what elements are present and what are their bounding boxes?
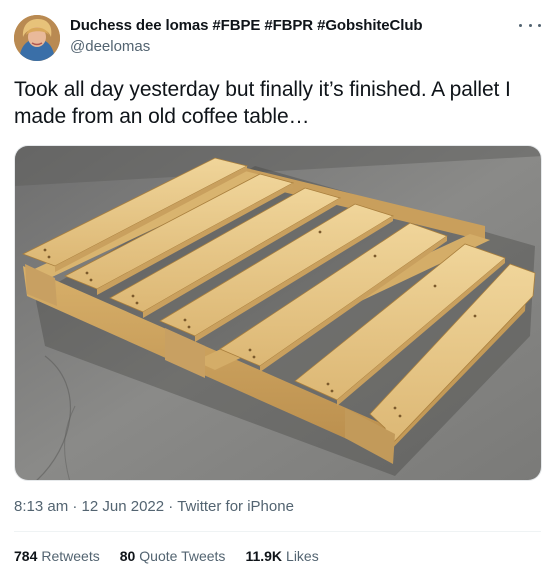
- tweet-time[interactable]: 8:13 am: [14, 498, 68, 515]
- likes-label: Likes: [286, 548, 319, 564]
- tweet-text: Took all day yesterday but finally it’s …: [14, 78, 511, 128]
- author-handle[interactable]: @deelomas: [70, 38, 150, 55]
- engagement-stats: 784 Retweets 80 Quote Tweets 11.9K Likes: [14, 548, 319, 564]
- tweet-card: Duchess dee lomas #FBPE #FBPR #GobshiteC…: [0, 0, 555, 577]
- tweet-date[interactable]: 12 Jun 2022: [82, 498, 165, 515]
- quote-tweets-count: 80: [119, 548, 136, 564]
- quote-tweets-stat[interactable]: 80 Quote Tweets: [120, 548, 226, 564]
- meta-separator: ·: [164, 498, 178, 515]
- more-dot: [528, 23, 532, 27]
- wooden-pallet-photo: [15, 146, 541, 480]
- tweet-source[interactable]: Twitter for iPhone: [177, 498, 294, 515]
- more-dot: [519, 23, 522, 27]
- author-avatar[interactable]: [14, 15, 60, 61]
- more-dot: [538, 23, 541, 27]
- likes-count: 11.9K: [245, 548, 283, 564]
- avatar-image: [14, 15, 60, 61]
- author-display-name[interactable]: Duchess dee lomas #FBPE #FBPR #GobshiteC…: [70, 17, 423, 34]
- retweets-stat[interactable]: 784 Retweets: [14, 548, 100, 564]
- quote-tweets-label: Quote Tweets: [139, 548, 226, 564]
- tweet-photo[interactable]: [14, 145, 542, 481]
- tweet-metadata: 8:13 am · 12 Jun 2022 · Twitter for iPho…: [14, 498, 294, 515]
- likes-stat[interactable]: 11.9K Likes: [245, 548, 318, 564]
- retweets-count: 784: [14, 548, 38, 564]
- more-options-icon[interactable]: [519, 18, 541, 32]
- retweets-label: Retweets: [41, 548, 100, 564]
- meta-separator: ·: [68, 498, 82, 515]
- divider: [14, 531, 541, 532]
